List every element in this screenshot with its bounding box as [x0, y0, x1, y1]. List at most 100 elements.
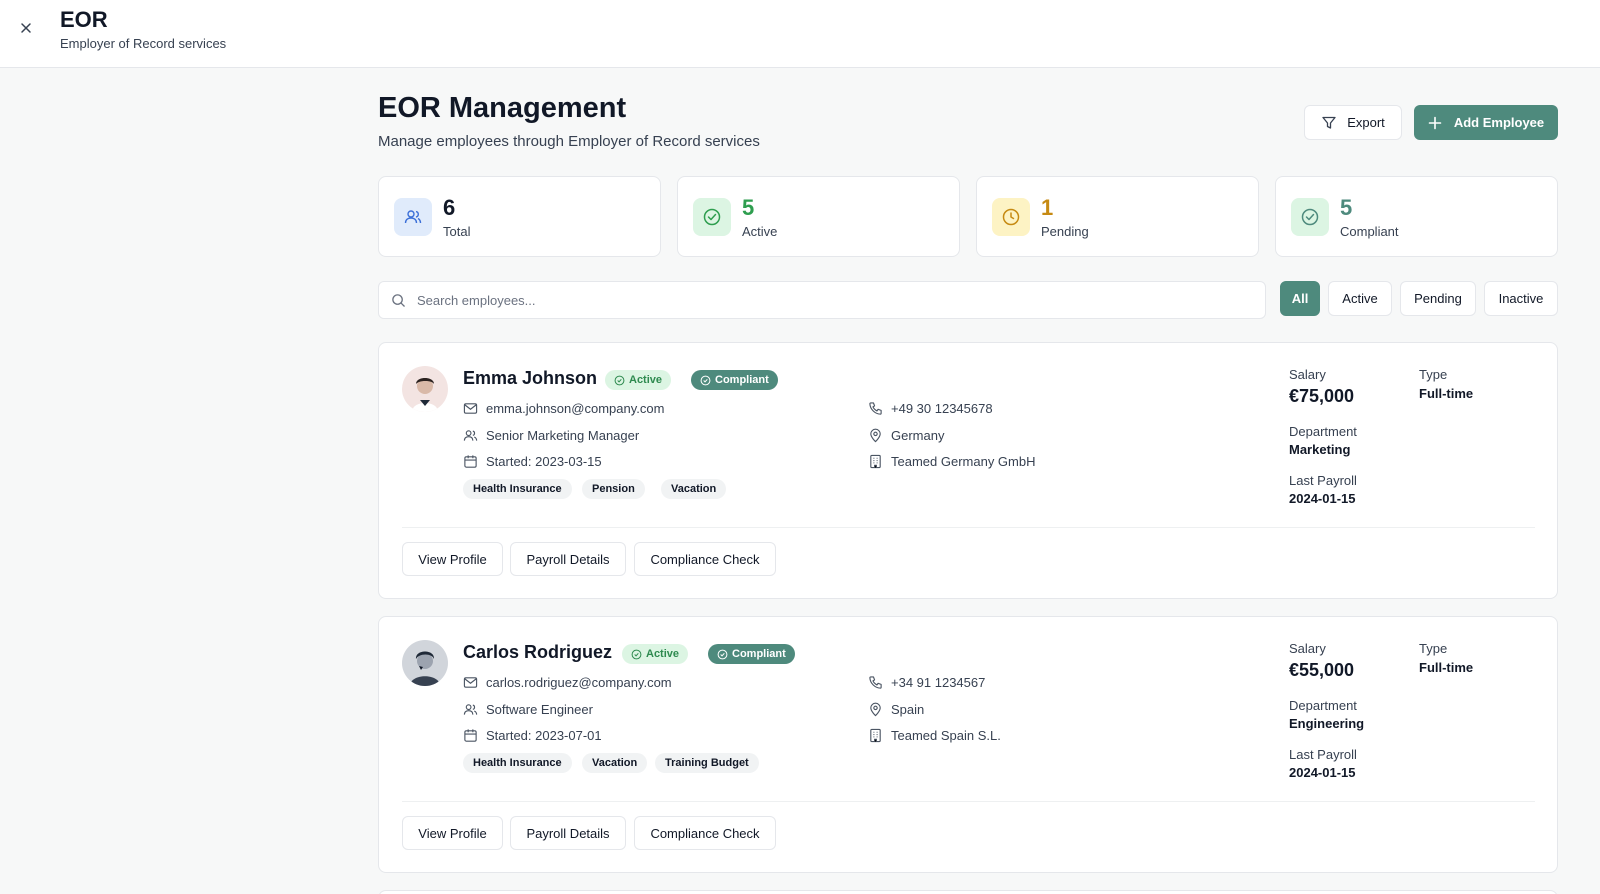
stat-total-value: 6 [443, 195, 456, 220]
users-icon [463, 428, 478, 443]
calendar-icon [463, 728, 478, 743]
compliance-badge: Compliant [708, 644, 795, 664]
salary-value: €55,000 [1289, 660, 1355, 680]
app-subtitle: Employer of Record services [60, 36, 227, 51]
last-payroll-label: Last Payroll [1289, 747, 1357, 762]
employee-country: Spain [891, 702, 925, 717]
check-circle-icon [693, 198, 731, 236]
department-value: Marketing [1289, 442, 1351, 457]
benefit-tag: Health Insurance [463, 753, 572, 773]
compliance-badge: Compliant [691, 370, 778, 390]
salary-value: €75,000 [1289, 386, 1355, 406]
export-button[interactable]: Export [1304, 105, 1402, 140]
divider [402, 527, 1535, 528]
plus-icon [1428, 116, 1442, 129]
filter-all[interactable]: All [1280, 281, 1320, 316]
employee-country: Germany [891, 428, 945, 443]
role-row: Software Engineer [463, 702, 593, 717]
type-label: Type [1419, 641, 1448, 656]
stat-pending-label: Pending [1041, 224, 1089, 239]
search-icon [392, 294, 405, 307]
compliance-check-button[interactable]: Compliance Check [634, 816, 776, 850]
stat-card-pending: 1 Pending [976, 176, 1259, 257]
benefit-tag: Vacation [582, 753, 648, 773]
close-icon [21, 23, 31, 33]
compliance-check-button[interactable]: Compliance Check [634, 542, 776, 576]
status-badge: Active [622, 644, 689, 664]
stat-total-label: Total [443, 224, 471, 239]
employee-email: carlos.rodriguez@company.com [486, 675, 672, 690]
employee-role: Software Engineer [486, 702, 593, 717]
users-icon [394, 198, 432, 236]
check-circle-icon [1291, 198, 1329, 236]
mail-icon [463, 401, 478, 416]
employee-entity: Teamed Spain S.L. [891, 728, 1001, 743]
phone-row: +49 30 12345678 [868, 401, 993, 416]
phone-row: +34 91 1234567 [868, 675, 985, 690]
country-row: Spain [868, 702, 924, 717]
payroll-details-button[interactable]: Payroll Details [510, 542, 626, 576]
close-button[interactable] [14, 16, 38, 40]
stat-card-total: 6 Total [378, 176, 661, 257]
start-date-row: Started: 2023-07-01 [463, 728, 602, 743]
avatar [402, 640, 448, 686]
mail-icon [463, 675, 478, 690]
view-profile-button[interactable]: View Profile [402, 816, 503, 850]
filter-active[interactable]: Active [1328, 281, 1392, 316]
benefit-tag: Vacation [661, 479, 727, 499]
email-row: emma.johnson@company.com [463, 401, 664, 416]
check-circle-icon [614, 375, 625, 385]
filter-inactive[interactable]: Inactive [1484, 281, 1558, 316]
add-employee-button[interactable]: Add Employee [1414, 105, 1558, 140]
employee-start-date: Started: 2023-03-15 [486, 454, 602, 469]
map-pin-icon [868, 702, 883, 717]
calendar-icon [463, 454, 478, 469]
users-icon [463, 702, 478, 717]
last-payroll-value: 2024-01-15 [1289, 491, 1356, 506]
add-employee-label: Add Employee [1453, 115, 1545, 130]
employee-phone: +49 30 12345678 [891, 401, 993, 416]
export-label: Export [1347, 115, 1385, 130]
country-row: Germany [868, 428, 944, 443]
filter-pending[interactable]: Pending [1400, 281, 1476, 316]
check-circle-icon [631, 649, 642, 659]
stat-active-label: Active [742, 224, 778, 239]
page-subtitle: Manage employees through Employer of Rec… [378, 133, 760, 150]
stat-compliant-value: 5 [1340, 195, 1353, 220]
last-payroll-value: 2024-01-15 [1289, 765, 1356, 780]
stat-compliant-label: Compliant [1340, 224, 1399, 239]
stat-pending-value: 1 [1041, 195, 1054, 220]
employee-start-date: Started: 2023-07-01 [486, 728, 602, 743]
employee-card: Emma Johnson Active Compliant emma.johns… [378, 342, 1558, 599]
entity-row: Teamed Germany GmbH [868, 454, 1036, 469]
salary-label: Salary [1289, 367, 1326, 382]
salary-label: Salary [1289, 641, 1326, 656]
check-circle-icon [717, 649, 728, 659]
employee-phone: +34 91 1234567 [891, 675, 986, 690]
employee-card: Carlos Rodriguez Active Compliant carlos… [378, 616, 1558, 873]
building-icon [868, 454, 883, 469]
employee-email: emma.johnson@company.com [486, 401, 665, 416]
divider [402, 801, 1535, 802]
search-input[interactable] [417, 290, 1247, 310]
start-date-row: Started: 2023-03-15 [463, 454, 602, 469]
department-label: Department [1289, 698, 1357, 713]
payroll-details-button[interactable]: Payroll Details [510, 816, 626, 850]
stat-active-value: 5 [742, 195, 755, 220]
status-badge-label: Active [629, 374, 663, 386]
phone-icon [868, 675, 883, 690]
view-profile-button[interactable]: View Profile [402, 542, 503, 576]
top-bar: EOR Employer of Record services [0, 0, 1600, 68]
employee-name: Carlos Rodriguez [463, 642, 613, 662]
type-value: Full-time [1419, 386, 1474, 401]
employee-entity: Teamed Germany GmbH [891, 454, 1036, 469]
search-box [378, 281, 1266, 319]
type-value: Full-time [1419, 660, 1474, 675]
page-title: EOR Management [378, 92, 627, 124]
avatar [402, 366, 448, 412]
app-title: EOR [60, 7, 108, 32]
benefit-tag: Pension [582, 479, 645, 499]
phone-icon [868, 401, 883, 416]
stat-card-active: 5 Active [677, 176, 960, 257]
compliance-badge-label: Compliant [732, 648, 786, 660]
